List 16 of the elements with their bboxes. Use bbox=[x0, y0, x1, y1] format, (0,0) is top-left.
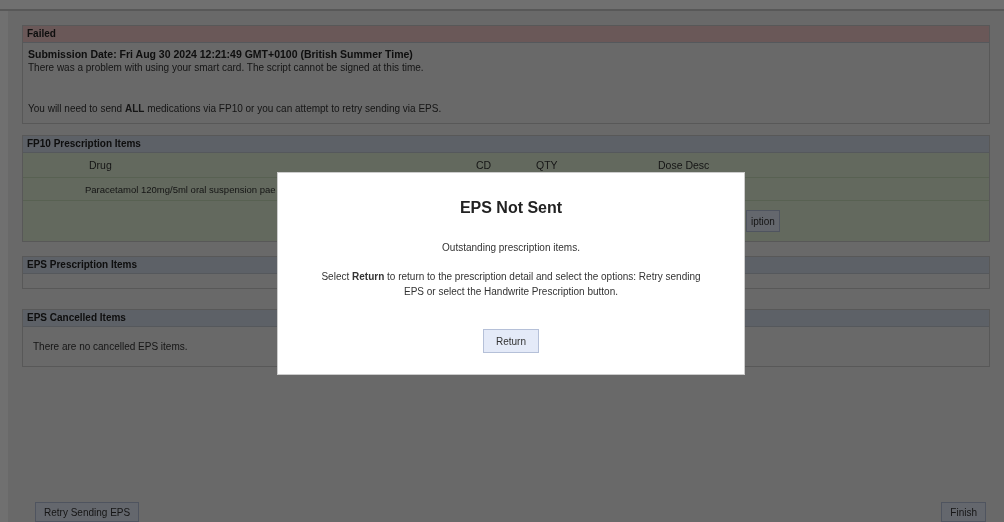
finish-button[interactable]: Finish bbox=[941, 502, 986, 522]
status-message: There was a problem with using your smart card. The script cannot be signed at this time. bbox=[28, 62, 425, 73]
column-header: Drug bbox=[89, 159, 113, 171]
column-header: CD bbox=[476, 159, 493, 171]
panel-title: Failed bbox=[23, 26, 989, 43]
return-button[interactable]: Return bbox=[483, 329, 539, 353]
drug-cell: Paracetamol 120mg/5ml oral suspension pae bbox=[85, 183, 276, 195]
submission-date: Submission Date: Fri Aug 30 2024 12:21:49 GMT+0100 (British Summer Time) bbox=[28, 48, 414, 60]
dialog-title: EPS Not Sent bbox=[459, 199, 563, 217]
status-message: You will need to send ALL medications via FP10 or you can attempt to retry sending via EPS. bbox=[28, 103, 443, 114]
prescription-button[interactable]: iption bbox=[746, 210, 780, 232]
retry-button[interactable]: Retry Sending EPS bbox=[35, 502, 140, 522]
column-header: Dose Desc bbox=[658, 159, 711, 171]
panel-title: FP10 Prescription Items bbox=[23, 136, 989, 153]
column-header: QTY bbox=[536, 159, 559, 171]
dialog-message: Outstanding prescription items. bbox=[441, 241, 581, 255]
